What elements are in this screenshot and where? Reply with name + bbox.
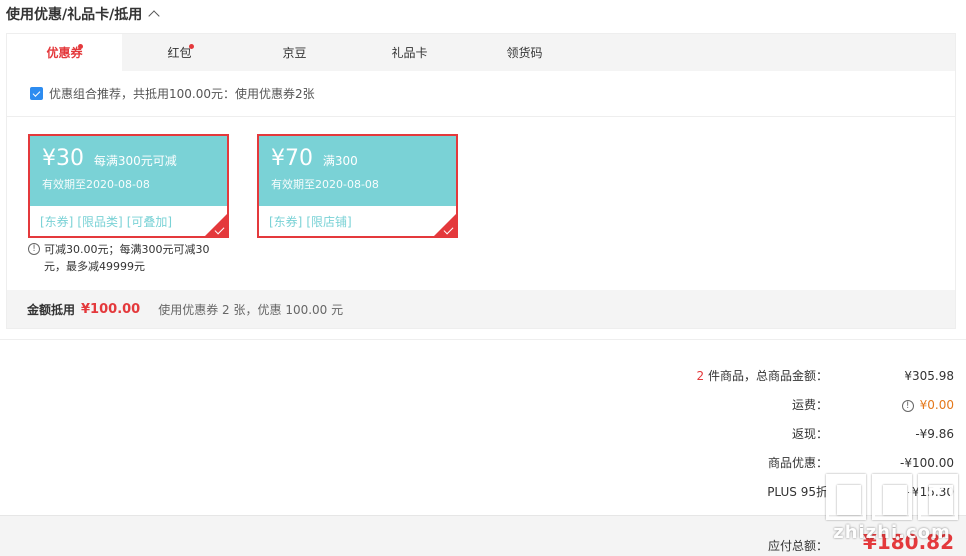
tab-jingdou[interactable]: 京豆 xyxy=(237,34,352,71)
payable-label: 应付总额： xyxy=(767,539,828,553)
coupon-expiry: 有效期至2020-08-08 xyxy=(271,178,379,191)
tab-coupons[interactable]: 优惠券 xyxy=(7,34,122,71)
tab-label: 礼品卡 xyxy=(391,46,428,60)
items-label: 2 件商品，总商品金额： xyxy=(697,367,828,384)
coupon-expiry: 有效期至2020-08-08 xyxy=(42,178,150,191)
coupon-condition: 每满300元可减 xyxy=(93,154,177,168)
coupon-note: ! 可减30.00元；每满300元可减30元，最多减49999元 xyxy=(28,241,229,275)
total-row-cashback: 返现： -¥9.86 xyxy=(697,419,954,448)
tab-redeem-code[interactable]: 领货码 xyxy=(467,34,582,71)
summary-value: ¥100.00 xyxy=(81,301,141,317)
tab-label: 领货码 xyxy=(506,46,543,60)
plus-value: -¥15.30 xyxy=(907,484,954,499)
discount-summary: 金额抵用 ¥100.00 使用优惠券 2 张，优惠 100.00 元 xyxy=(7,290,955,328)
cashback-value: -¥9.86 xyxy=(915,426,954,441)
tab-bar: 优惠券 红包 京豆 礼品卡 领货码 xyxy=(7,34,955,71)
summary-desc: 使用优惠券 2 张，优惠 100.00 元 xyxy=(158,302,344,317)
tab-label: 京豆 xyxy=(282,46,307,60)
coupon-tag: [可叠加] xyxy=(126,214,173,229)
shipping-label: 运费： xyxy=(791,398,828,412)
coupon-amount: ¥30 xyxy=(42,146,84,171)
items-label-text: 件商品，总商品金额： xyxy=(704,369,828,383)
cashback-label: 返现： xyxy=(791,427,828,441)
coupon-list: ¥30 每满300元可减 有效期至2020-08-08 [东券] [限品类] [… xyxy=(28,134,458,275)
chevron-up-icon[interactable] xyxy=(148,10,160,22)
notification-dot xyxy=(78,44,83,49)
coupon-top: ¥70 满300 有效期至2020-08-08 xyxy=(259,136,456,206)
shipping-value-wrap: ! ¥0.00 xyxy=(828,398,954,412)
coupon-tag: [东券] xyxy=(40,214,74,229)
summary-label: 金额抵用 xyxy=(27,302,76,317)
info-icon: ! xyxy=(28,243,40,255)
tab-gift-card[interactable]: 礼品卡 xyxy=(352,34,467,71)
info-icon[interactable]: ! xyxy=(901,399,914,412)
order-totals: 2 件商品，总商品金额： ¥305.98 运费： ! ¥0.00 返现： -¥9… xyxy=(697,361,954,506)
notification-dot xyxy=(189,44,194,49)
discount-label: 商品优惠： xyxy=(767,456,828,470)
tab-red-packet[interactable]: 红包 xyxy=(122,34,237,71)
coupon-item: ¥70 满300 有效期至2020-08-08 [东券] [限店铺] xyxy=(257,134,458,275)
coupon-card[interactable]: ¥30 每满300元可减 有效期至2020-08-08 [东券] [限品类] [… xyxy=(28,134,229,238)
payable-bar: 应付总额： ¥180.82 xyxy=(0,515,966,556)
total-row-discount: 商品优惠： -¥100.00 xyxy=(697,448,954,477)
tab-label: 红包 xyxy=(167,46,192,60)
divider xyxy=(0,339,966,340)
section-title-text: 使用优惠/礼品卡/抵用 xyxy=(6,7,143,23)
total-row-plus: PLUS 95折 -¥15.30 xyxy=(697,477,954,506)
coupon-tag: [限店铺] xyxy=(306,214,352,229)
section-title[interactable]: 使用优惠/礼品卡/抵用 xyxy=(6,4,160,24)
coupon-amount: ¥70 xyxy=(271,146,313,171)
coupon-item: ¥30 每满300元可减 有效期至2020-08-08 [东券] [限品类] [… xyxy=(28,134,229,275)
items-value: ¥305.98 xyxy=(904,368,954,383)
coupon-tags: [东券] [限品类] [可叠加] xyxy=(30,206,227,236)
recommend-text: 优惠组合推荐，共抵用100.00元：使用优惠券2张 xyxy=(49,87,315,101)
total-row-items: 2 件商品，总商品金额： ¥305.98 xyxy=(697,361,954,390)
coupon-card[interactable]: ¥70 满300 有效期至2020-08-08 [东券] [限店铺] xyxy=(257,134,458,238)
payable-total: ¥180.82 xyxy=(862,530,954,554)
coupon-tags: [东券] [限店铺] xyxy=(259,206,456,236)
recommend-checkbox[interactable] xyxy=(30,87,43,100)
plus-label: PLUS 95折 xyxy=(767,485,828,499)
shipping-value: ¥0.00 xyxy=(919,397,954,412)
coupon-condition: 满300 xyxy=(322,154,358,168)
discount-value: -¥100.00 xyxy=(900,455,954,470)
coupon-panel: 优惠券 红包 京豆 礼品卡 领货码 优惠组合推荐，共抵用100.00元：使用优惠… xyxy=(6,33,956,329)
coupon-tag: [东券] xyxy=(269,214,303,229)
coupon-top: ¥30 每满300元可减 有效期至2020-08-08 xyxy=(30,136,227,206)
coupon-note-text: 可减30.00元；每满300元可减30元，最多减49999元 xyxy=(44,243,210,273)
recommend-row: 优惠组合推荐，共抵用100.00元：使用优惠券2张 xyxy=(7,71,955,117)
coupon-tag: [限品类] xyxy=(77,214,123,229)
total-row-shipping: 运费： ! ¥0.00 xyxy=(697,390,954,419)
